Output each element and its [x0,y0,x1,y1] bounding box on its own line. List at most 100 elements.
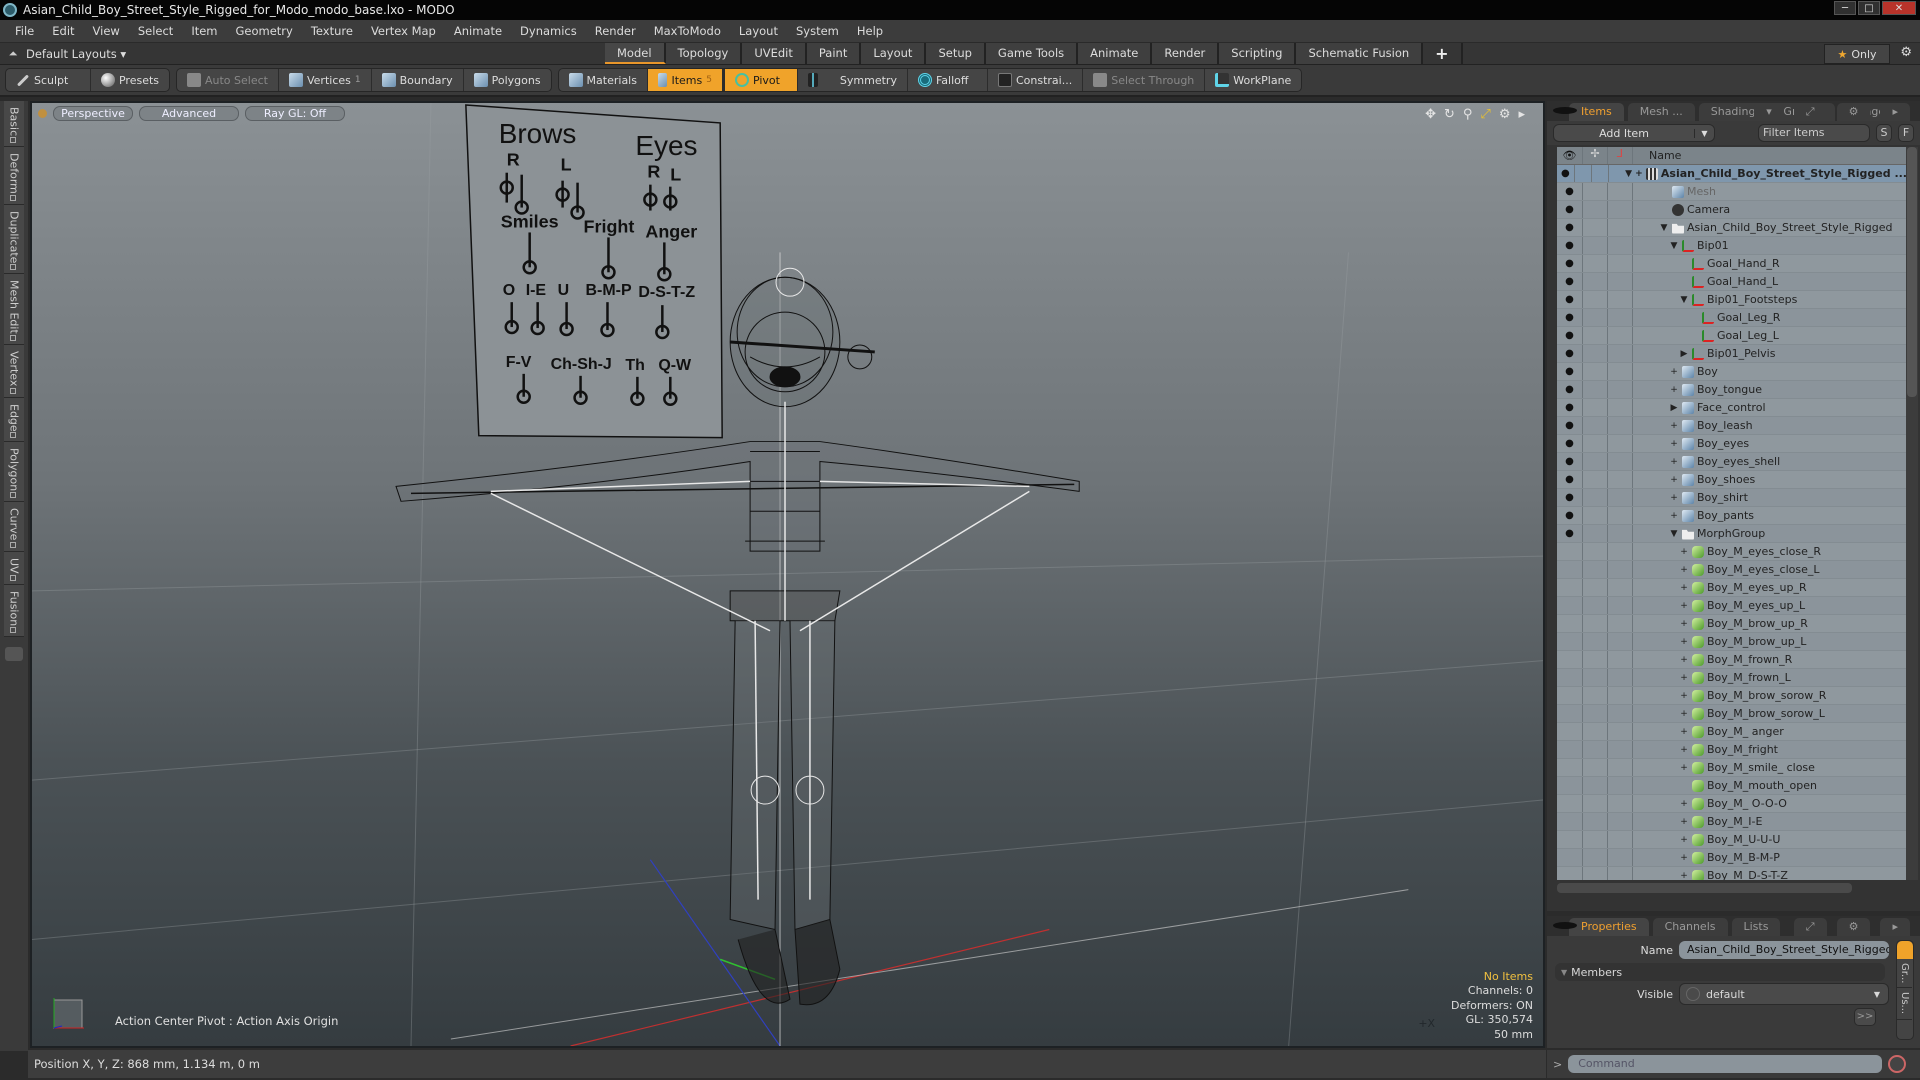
lock-cell[interactable] [1582,255,1607,272]
visibility-eye-icon[interactable]: ● [1557,201,1582,218]
item-name-cell[interactable]: + Boy_eyes_shell [1632,453,1780,470]
expand-toggle-icon[interactable]: + [1679,691,1689,701]
command-input[interactable]: Command [1568,1055,1883,1073]
item-name-cell[interactable]: + Boy_M_ anger [1632,723,1784,740]
item-row[interactable]: + Boy_M_frown_R [1557,651,1907,669]
panel-arrow-icon[interactable]: ▸ [1880,103,1910,121]
default-layouts-dropdown[interactable]: Default Layouts ▾ [26,47,126,61]
item-row[interactable]: ● Goal_Hand_R [1557,255,1907,273]
menu-edit[interactable]: Edit [43,24,83,38]
item-name-cell[interactable]: + Boy_M_U-U-U [1632,831,1780,848]
lock-cell[interactable] [1582,777,1607,794]
items-horizontal-scrollbar[interactable] [1557,883,1852,893]
expand-toggle-icon[interactable]: + [1679,619,1689,629]
items-button[interactable]: Items 5 [647,69,723,91]
item-name-cell[interactable]: ▼ + Asian_Child_Boy_Street_Style_Rigged .… [1607,165,1907,182]
viewport-menu-dot[interactable] [38,109,47,118]
lock-cell[interactable] [1582,615,1607,632]
item-name-cell[interactable]: ▼ MorphGroup [1632,525,1765,542]
lock-cell[interactable] [1582,219,1607,236]
locator-cell[interactable] [1607,543,1632,560]
item-row[interactable]: ● + Boy_eyes_shell [1557,453,1907,471]
visibility-eye-icon[interactable]: ● [1557,255,1582,272]
lock-cell[interactable] [1582,867,1607,880]
visibility-eye-icon[interactable]: ● [1557,345,1582,362]
presets-button[interactable]: Presets [91,69,169,91]
falloff-button[interactable]: Falloff [908,69,988,91]
tab-animate[interactable]: Animate [1078,43,1153,64]
name-field[interactable]: Asian_Child_Boy_Street_Style_Rigged (2) [1679,941,1889,959]
item-row[interactable]: + Boy_M_brow_sorow_L [1557,705,1907,723]
side-tab-curve[interactable]: Curve [4,502,24,552]
visibility-eye-icon[interactable] [1557,561,1582,578]
side-tab-polygon[interactable]: Polygon [4,442,24,503]
item-name-cell[interactable]: + Boy_eyes [1632,435,1749,452]
lock-cell[interactable] [1582,201,1607,218]
item-row[interactable]: ● Goal_Leg_R [1557,309,1907,327]
item-name-cell[interactable]: + Boy_M_frown_L [1632,669,1791,686]
color-swatch[interactable] [1897,941,1913,959]
side-tab-vertex[interactable]: Vertex [4,345,24,398]
expand-toggle-icon[interactable]: + [1669,457,1679,467]
item-name-cell[interactable]: + Boy_shirt [1632,489,1748,506]
maximize-viewport-icon[interactable]: ⤢ [1480,107,1490,122]
item-name-cell[interactable]: ▶ Bip01_Pelvis [1632,345,1775,362]
expand-toggle-icon[interactable]: + [1679,565,1689,575]
item-row[interactable]: ● Goal_Leg_L [1557,327,1907,345]
item-row[interactable]: ● ▶ Face_control [1557,399,1907,417]
visibility-eye-icon[interactable]: ● [1557,453,1582,470]
visibility-eye-icon[interactable] [1557,687,1582,704]
visibility-eye-icon[interactable]: ● [1557,507,1582,524]
item-row[interactable]: ● + Boy_eyes [1557,435,1907,453]
locator-cell[interactable] [1607,651,1632,668]
lock-cell[interactable] [1582,651,1607,668]
name-column-header[interactable]: Name [1632,147,1681,164]
item-name-cell[interactable]: + Boy_M_brow_sorow_L [1632,705,1825,722]
item-name-cell[interactable]: Goal_Leg_L [1632,327,1779,344]
add-item-button[interactable]: Add Item ▼ [1553,124,1715,142]
locator-cell[interactable] [1607,705,1632,722]
lock-cell[interactable] [1582,471,1607,488]
lock-cell[interactable] [1582,705,1607,722]
polygons-button[interactable]: Polygons [464,69,551,91]
menu-vertex-map[interactable]: Vertex Map [362,24,445,38]
tab-paint[interactable]: Paint [806,43,862,64]
tab-layout[interactable]: Layout [861,43,927,64]
locator-cell[interactable] [1607,669,1632,686]
locator-cell[interactable] [1607,345,1632,362]
item-row[interactable]: ● Mesh [1557,183,1907,201]
visibility-eye-icon[interactable] [1557,741,1582,758]
locator-cell[interactable] [1607,273,1632,290]
locator-cell[interactable] [1607,453,1632,470]
expand-toggle-icon[interactable]: + [1679,583,1689,593]
expand-toggle-icon[interactable]: + [1679,655,1689,665]
expand-toggle-icon[interactable]: + [1669,421,1679,431]
lock-cell[interactable] [1582,453,1607,470]
item-name-cell[interactable]: + Boy_M_I-E [1632,813,1762,830]
item-name-cell[interactable]: Mesh [1632,183,1716,200]
item-name-cell[interactable]: + Boy_M_smile_ close [1632,759,1815,776]
vertices-button[interactable]: Vertices 1 [279,69,372,91]
tab-uvedit[interactable]: UVEdit [742,43,807,64]
item-row[interactable]: + Boy_M_eyes_close_R [1557,543,1907,561]
item-name-cell[interactable]: Goal_Hand_L [1632,273,1778,290]
lock-cell[interactable] [1582,741,1607,758]
lock-cell[interactable] [1582,723,1607,740]
item-row[interactable]: + Boy_M_frown_L [1557,669,1907,687]
visibility-eye-icon[interactable]: ● [1557,471,1582,488]
item-name-cell[interactable]: + Boy_M_D-S-T-Z [1632,867,1788,880]
expand-toggle-icon[interactable]: + [1679,601,1689,611]
item-row[interactable]: ● ▶ Bip01_Pelvis [1557,345,1907,363]
item-row[interactable]: ● Goal_Hand_L [1557,273,1907,291]
item-row[interactable]: + Boy_M_brow_up_L [1557,633,1907,651]
tab-mesh[interactable]: Mesh ... [1627,103,1695,121]
locator-cell[interactable] [1607,435,1632,452]
lock-cell[interactable] [1582,237,1607,254]
item-row[interactable]: ● + Boy_shoes [1557,471,1907,489]
item-row[interactable]: + Boy_M_B-M-P [1557,849,1907,867]
zoom-icon[interactable]: ⚲ [1463,107,1473,122]
expand-toggle-icon[interactable]: + [1679,745,1689,755]
item-name-cell[interactable]: + Boy_M_brow_up_L [1632,633,1806,650]
expand-toggle-icon[interactable]: + [1679,799,1689,809]
record-macro-icon[interactable] [1888,1055,1907,1073]
